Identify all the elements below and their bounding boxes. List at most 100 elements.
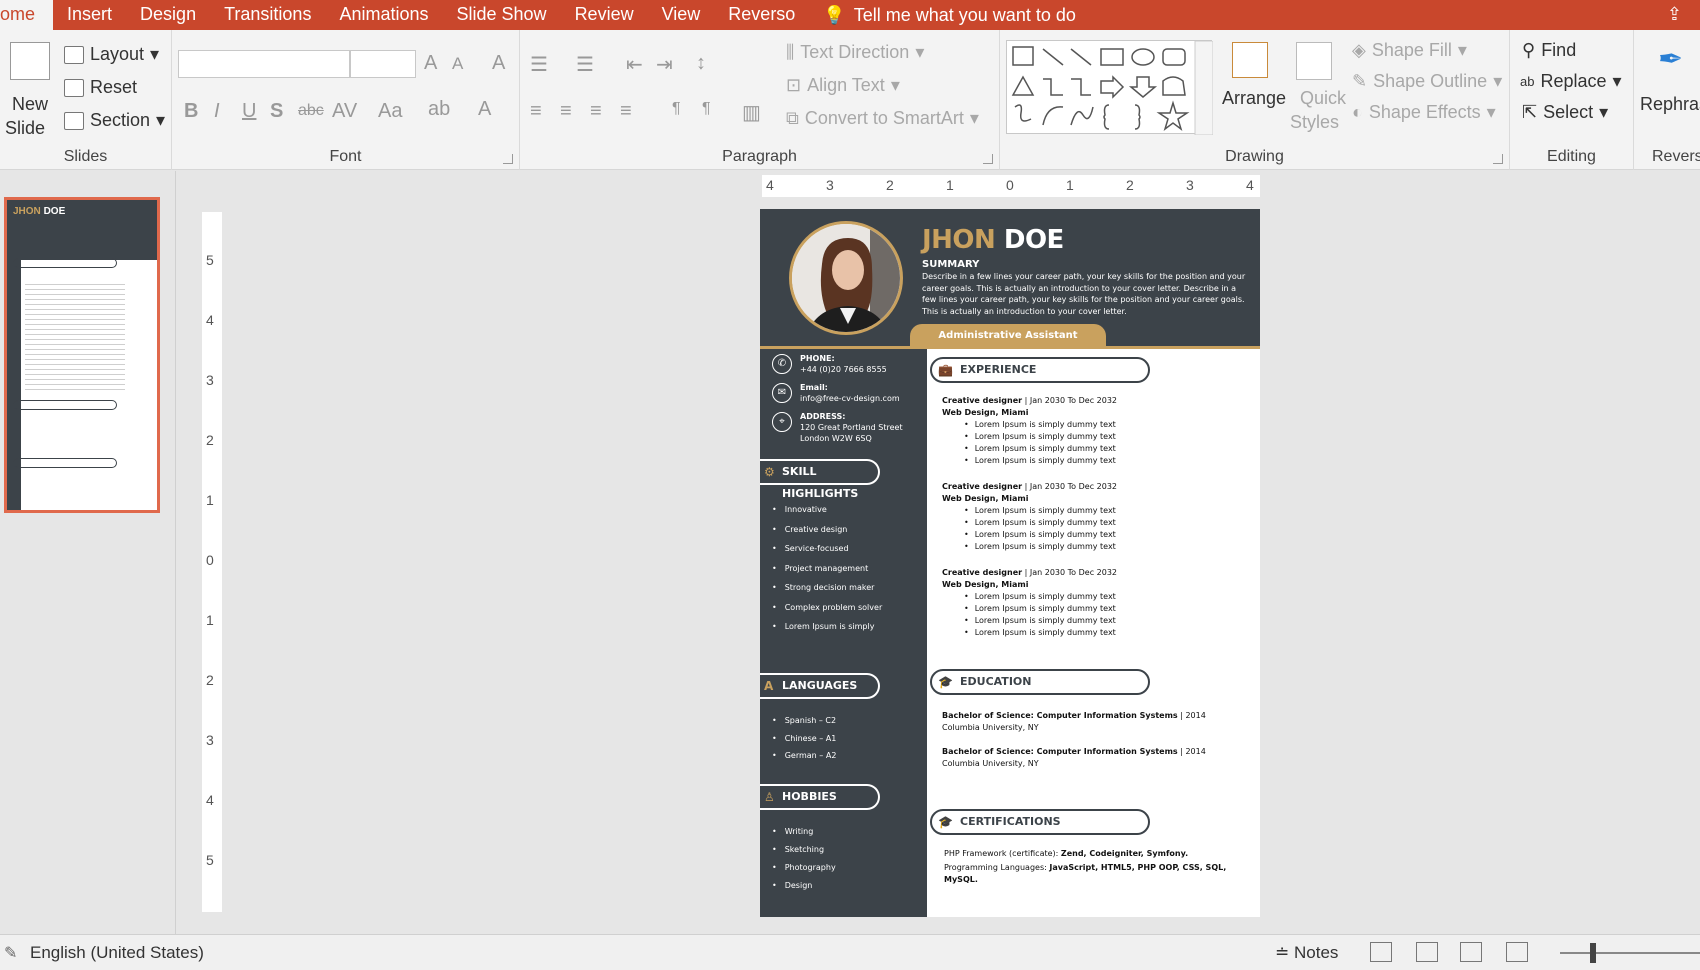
grow-font-icon[interactable]: A (424, 52, 437, 75)
columns-icon[interactable]: ▥ (742, 100, 761, 125)
job-bullet: Lorem Ipsum is simply dummy text (964, 591, 1242, 603)
ruler-label: 0 (206, 552, 214, 568)
slides-group: New Slide Layout ▾ Reset Section ▾ Slide… (0, 30, 172, 170)
select-button[interactable]: ⇱ Select ▾ (1522, 102, 1608, 123)
reverso-group-label: Revers (1652, 148, 1700, 165)
replace-button[interactable]: ab Replace ▾ (1520, 71, 1622, 92)
spelling-icon[interactable]: ✎ (4, 943, 17, 963)
clear-formatting-icon[interactable]: A (492, 52, 505, 75)
highlight-icon[interactable]: ab (428, 98, 450, 121)
shrink-font-icon[interactable]: A (452, 54, 463, 74)
experience-heading-label: EXPERIENCE (960, 363, 1037, 376)
share-icon[interactable]: ⇪ (1667, 4, 1682, 25)
justify-icon[interactable]: ≡ (620, 100, 632, 123)
tab-transitions[interactable]: Transitions (210, 0, 325, 30)
tab-view[interactable]: View (648, 0, 715, 30)
text-direction-button[interactable]: ⫼ Text Direction ▾ (786, 42, 924, 63)
rephrase-button[interactable]: Rephras (1640, 94, 1700, 115)
shape-fill-button[interactable]: ◈ Shape Fill ▾ (1352, 40, 1467, 61)
job-company: Web Design, Miami (942, 580, 1029, 589)
quick-styles-button-line1[interactable]: Quick (1300, 88, 1346, 109)
shape-effects-button[interactable]: ◐ Shape Effects ▾ (1352, 102, 1496, 123)
job-bullet: Lorem Ipsum is simply dummy text (964, 529, 1242, 541)
reverso-group: ✒ Rephras Revers (1634, 30, 1700, 170)
job-dates: | Jan 2030 To Dec 2032 (1022, 396, 1117, 405)
quick-styles-button-line2[interactable]: Styles (1290, 112, 1339, 133)
cursor-icon: ⇱ (1522, 102, 1538, 122)
shape-outline-button[interactable]: ✎ Shape Outline ▾ (1352, 71, 1502, 92)
new-slide-button-line2[interactable]: Slide (5, 118, 45, 139)
job-company: Web Design, Miami (942, 408, 1029, 417)
numbering-icon[interactable]: ☰ (576, 52, 594, 77)
zoom-slider-track[interactable] (1560, 952, 1700, 954)
location-pin-icon: ⌖ (772, 412, 792, 432)
certifications-heading: 🎓 CERTIFICATIONS (930, 809, 1150, 835)
section-button[interactable]: Section ▾ (64, 110, 165, 131)
tab-animations[interactable]: Animations (325, 0, 442, 30)
font-size-input[interactable] (350, 50, 416, 78)
tab-slide-show[interactable]: Slide Show (443, 0, 561, 30)
line-spacing-icon[interactable]: ↕ (696, 52, 706, 75)
change-case-icon[interactable]: Aa (378, 100, 402, 123)
arrange-button[interactable]: Arrange (1222, 88, 1286, 109)
convert-smartart-button[interactable]: ⧉ Convert to SmartArt ▾ (786, 108, 979, 129)
language-item: Spanish – C2 (772, 712, 836, 730)
job-bullet: Lorem Ipsum is simply dummy text (964, 443, 1242, 455)
shapes-gallery[interactable] (1006, 40, 1213, 135)
education-entry: Bachelor of Science: Computer Informatio… (942, 710, 1242, 734)
strikethrough-icon[interactable]: abc (298, 102, 324, 120)
ruler-label: 4 (206, 792, 214, 808)
underline-icon[interactable]: U (242, 100, 256, 123)
shadow-icon[interactable]: S (270, 100, 283, 123)
tab-home[interactable]: ome (0, 0, 54, 30)
character-spacing-icon[interactable]: AV (332, 100, 357, 123)
zoom-slider-thumb[interactable] (1590, 943, 1596, 963)
layout-button[interactable]: Layout ▾ (64, 44, 159, 65)
tab-reverso[interactable]: Reverso (714, 0, 809, 30)
normal-view-icon[interactable] (1370, 942, 1392, 962)
bold-icon[interactable]: B (184, 100, 198, 123)
new-slide-icon[interactable] (10, 42, 50, 80)
rtl-icon[interactable]: ¶ (702, 100, 711, 118)
tab-insert[interactable]: Insert (53, 0, 126, 30)
ltr-icon[interactable]: ¶ (672, 100, 681, 118)
decrease-indent-icon[interactable]: ⇤ (626, 52, 643, 77)
slideshow-view-icon[interactable] (1506, 942, 1528, 962)
profile-photo[interactable] (789, 221, 903, 335)
align-center-icon[interactable]: ≡ (560, 100, 572, 123)
resume-name: JHON DOE (922, 225, 1064, 255)
new-slide-button-line1[interactable]: New (12, 94, 48, 115)
bullets-icon[interactable]: ☰ (530, 52, 548, 77)
vertical-ruler: 5 4 3 2 1 0 1 2 3 4 5 (202, 212, 222, 912)
font-name-input[interactable] (178, 50, 350, 78)
align-right-icon[interactable]: ≡ (590, 100, 602, 123)
select-label: Select (1543, 102, 1594, 122)
font-color-icon[interactable]: A (478, 98, 491, 121)
increase-indent-icon[interactable]: ⇥ (656, 52, 673, 77)
language-indicator[interactable]: English (United States) (30, 943, 204, 963)
slide-thumbnail-1[interactable]: JHON DOE (4, 197, 160, 513)
ruler-label: 2 (206, 672, 214, 688)
skill-item: Project management (772, 559, 882, 579)
tell-me-box[interactable]: 💡 Tell me what you want to do (823, 5, 1076, 26)
slide-sorter-icon[interactable] (1416, 942, 1438, 962)
skills-heading: ⚙ SKILL HIGHLIGHTS (760, 459, 880, 500)
address-value: 120 Great Portland Street London W2W 6SQ (800, 423, 903, 443)
font-group-label: Font (329, 148, 362, 165)
tab-review[interactable]: Review (561, 0, 648, 30)
reading-view-icon[interactable] (1460, 942, 1482, 962)
tab-design[interactable]: Design (126, 0, 210, 30)
skill-item: Innovative (772, 500, 882, 520)
contact-email: ✉ Email: info@free-cv-design.com (772, 383, 922, 411)
italic-icon[interactable]: I (214, 100, 220, 123)
ruler-label: 1 (946, 177, 954, 193)
skill-item: Strong decision maker (772, 578, 882, 598)
align-left-icon[interactable]: ≡ (530, 100, 542, 123)
notes-button[interactable]: ≐ Notes (1275, 943, 1338, 963)
certification-prefix: Programming Languages: (944, 863, 1050, 872)
reset-button[interactable]: Reset (64, 77, 137, 98)
find-label: Find (1541, 40, 1577, 60)
align-text-button[interactable]: ⊡ Align Text ▾ (786, 75, 900, 96)
slide-canvas[interactable]: JHON DOE SUMMARY Describe in a few lines… (760, 209, 1260, 917)
find-button[interactable]: ⚲ Find (1522, 40, 1576, 61)
